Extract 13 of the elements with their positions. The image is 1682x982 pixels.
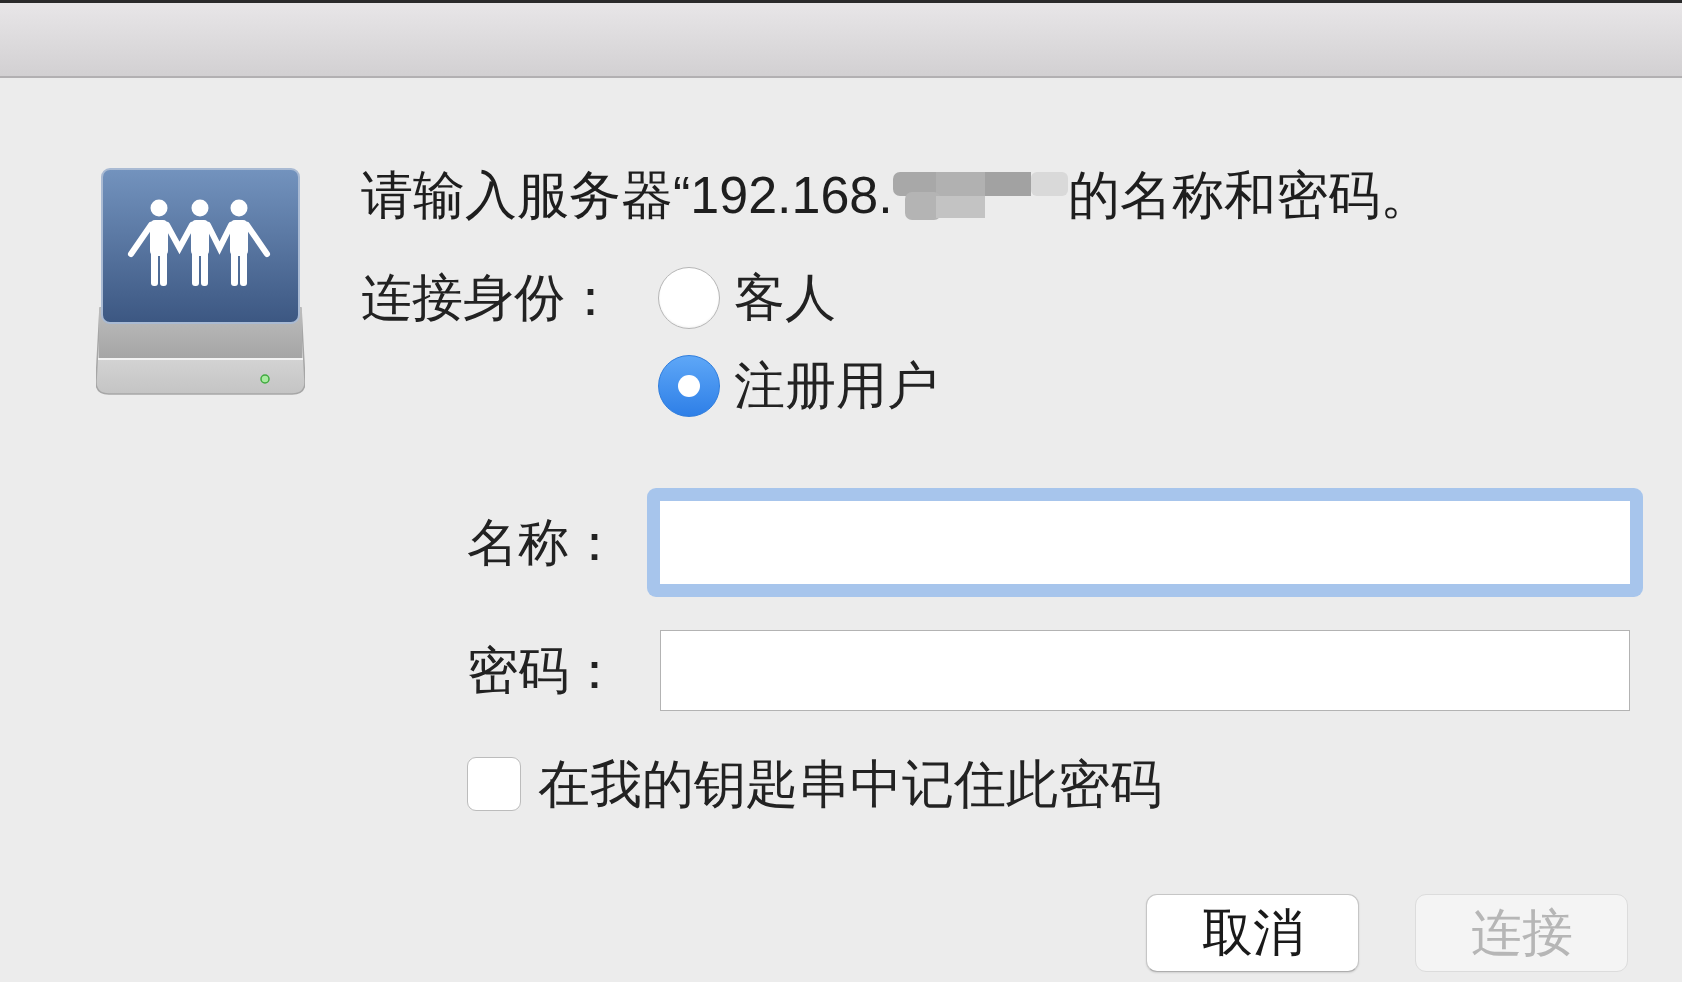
field-label: 连接身份： [361, 268, 616, 328]
checkbox-label: 在我的钥匙串中记住此密码 [538, 754, 1162, 814]
radio-label: 注册用户 [734, 356, 938, 416]
field-label: 密码： [467, 640, 620, 701]
prompt-text: 请输入服务器“192.168. [361, 165, 893, 226]
push-button[interactable]: 取消 [1146, 894, 1359, 972]
drive-with-people-icon [96, 168, 305, 395]
input-field[interactable] [647, 488, 1643, 597]
checkbox[interactable] [467, 757, 521, 811]
field-label: 名称： [467, 512, 620, 573]
radio-label: 客人 [734, 268, 836, 328]
input-field[interactable] [660, 630, 1630, 711]
prompt-text: 的名称和密码。 [1067, 165, 1432, 226]
